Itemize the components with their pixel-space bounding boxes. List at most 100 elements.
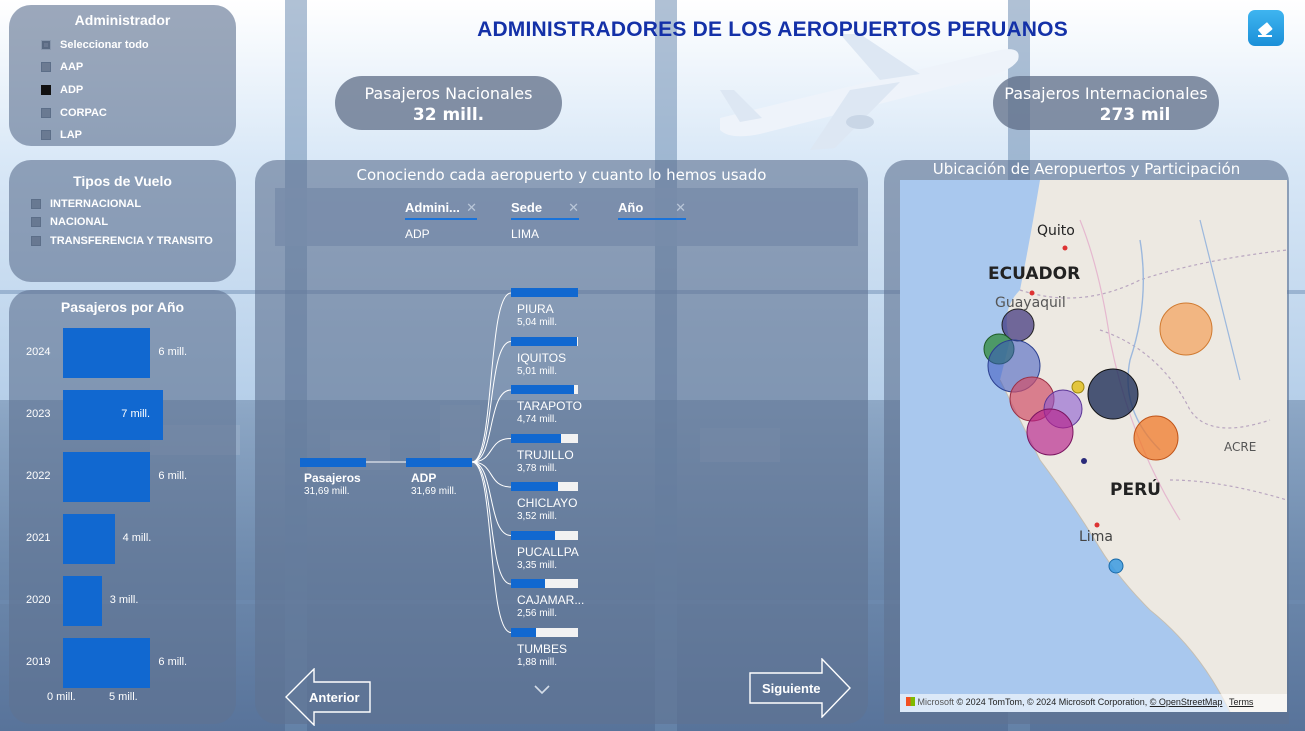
tree-node-bar[interactable]	[511, 288, 578, 297]
slicer-tipos-vuelo: Tipos de Vuelo INTERNACIONAL NACIONAL TR…	[9, 160, 236, 282]
tree-node-adp-value: 31,69 mill.	[411, 486, 457, 497]
chart-title: Pasajeros por Año	[60, 299, 185, 315]
checkbox[interactable]	[41, 85, 51, 95]
tree-node-bar[interactable]	[511, 579, 578, 588]
microsoft-label: Microsoft	[917, 697, 955, 707]
tree-node-root-bar[interactable]	[300, 458, 366, 467]
y-tick-label: 2020	[26, 594, 51, 606]
osm-link[interactable]: © OpenStreetMap	[1150, 697, 1223, 707]
slicer-option-nacional[interactable]: NACIONAL	[31, 216, 108, 228]
map-visual: Ubicación de Aeropuertos y Participación	[884, 160, 1289, 724]
checkbox[interactable]	[41, 108, 51, 118]
kpi-pasajeros-nacionales: Pasajeros Nacionales 32 mill.	[335, 76, 562, 130]
tree-node-bar[interactable]	[511, 482, 578, 491]
tree-node-fill	[511, 579, 546, 588]
map-canvas[interactable]: Quito ECUADOR Guayaquil PERÚ Lima ACRE M…	[900, 180, 1287, 712]
tree-node-bar[interactable]	[511, 433, 578, 443]
data-label: 6 mill.	[158, 656, 188, 668]
option-label: AAP	[60, 61, 84, 73]
option-label: ADP	[60, 84, 84, 96]
data-label: 4 mill.	[122, 532, 152, 544]
slicer-option-all[interactable]: Seleccionar todo	[41, 39, 149, 51]
tree-node-value: 5,01 mill.	[517, 365, 558, 377]
tree-node-value: 5,04 mill.	[517, 317, 558, 328]
tree-node-label: PUCALLPA	[517, 544, 579, 559]
tree-node-fill	[511, 288, 578, 297]
slicer-title: Administrador	[74, 12, 171, 28]
data-label: 6 mill.	[158, 470, 188, 482]
slicer-option-internacional[interactable]: INTERNACIONAL	[31, 198, 141, 210]
checkbox[interactable]	[41, 130, 51, 140]
siguiente-label: Siguiente	[762, 681, 821, 696]
tree-node-bar[interactable]	[511, 530, 578, 540]
checkbox[interactable]	[41, 40, 51, 50]
attribution-text: © 2024 TomTom, © 2024 Microsoft Corporat…	[956, 697, 1148, 707]
chart-bar[interactable]	[63, 328, 151, 378]
slicer-option-lap[interactable]: LAP	[41, 129, 82, 141]
tree-node-label: IQUITOS	[517, 350, 567, 365]
y-tick-label: 2022	[26, 470, 51, 482]
tree-node-value: 3,78 mill.	[517, 462, 558, 474]
checkbox[interactable]	[31, 236, 41, 246]
option-label: TRANSFERENCIA Y TRANSITO	[50, 235, 213, 247]
checkbox[interactable]	[31, 217, 41, 227]
terms-link[interactable]: Terms	[1229, 697, 1254, 707]
tree-node-adp-label: ADP	[411, 471, 437, 485]
data-label: 3 mill.	[109, 594, 139, 606]
slicer-option-transferencia[interactable]: TRANSFERENCIA Y TRANSITO	[31, 235, 213, 247]
tree-node-adp-bar[interactable]	[406, 458, 472, 467]
kpi-label: Pasajeros Internacionales	[1004, 84, 1208, 103]
tree-node-bar[interactable]	[511, 336, 578, 346]
decomposition-tree: Conociendo cada aeropuerto y cuanto lo h…	[255, 160, 868, 727]
y-tick-label: 2024	[26, 346, 51, 358]
data-label: 7 mill.	[121, 408, 151, 420]
chart-bar[interactable]	[63, 638, 151, 688]
slicer-option-aap[interactable]: AAP	[41, 61, 83, 73]
slicer-option-adp[interactable]: ADP	[41, 84, 83, 96]
airplane-image	[720, 34, 1019, 150]
chart-pasajeros-por-anio: Pasajeros por Año 2024 6 mill. 2023 7 mill.…	[9, 290, 236, 724]
map-label-quito: Quito	[1037, 223, 1075, 239]
tree-connector	[471, 341, 512, 463]
tree-node-value: 2,56 mill.	[517, 608, 558, 619]
y-tick-label: 2021	[26, 532, 51, 544]
clear-filters-button[interactable]	[1248, 10, 1284, 46]
tree-node-value: 1,88 mill.	[517, 656, 558, 668]
chart-bar[interactable]	[63, 514, 115, 564]
page-title: ADMINISTRADORES DE LOS AEROPUERTOS PERUA…	[477, 18, 1068, 41]
map-label-guayaquil: Guayaquil	[995, 295, 1066, 311]
chart-bar[interactable]	[63, 576, 102, 626]
anterior-button[interactable]: Anterior	[285, 667, 371, 731]
slicer-administrador: Administrador Seleccionar todo AAP ADP C…	[9, 5, 236, 146]
anterior-label: Anterior	[309, 690, 360, 705]
chevron-down-icon[interactable]	[533, 684, 551, 696]
option-label: Seleccionar todo	[60, 39, 149, 51]
kpi-value: 32 mill.	[412, 105, 485, 125]
tree-node-label: PIURA	[517, 302, 554, 316]
x-tick-label: 0 mill.	[47, 691, 76, 703]
tree-node-fill	[511, 433, 562, 443]
tree-node-label: CHICLAYO	[517, 496, 578, 510]
chart-bar[interactable]	[63, 452, 151, 502]
tree-node-fill	[511, 336, 578, 346]
tree-node-fill	[511, 385, 574, 394]
option-label: CORPAC	[60, 107, 107, 119]
tree-node-root-label: Pasajeros	[304, 471, 361, 485]
option-label: NACIONAL	[50, 216, 109, 228]
y-tick-label: 2023	[26, 408, 51, 420]
checkbox[interactable]	[31, 199, 41, 209]
siguiente-button[interactable]: Siguiente	[749, 657, 851, 723]
tree-node-bar[interactable]	[511, 627, 578, 637]
tree-node-root-value: 31,69 mill.	[304, 486, 350, 497]
tree-node-bar[interactable]	[511, 385, 578, 394]
tree-node-value: 3,35 mill.	[517, 559, 558, 571]
option-label: LAP	[60, 129, 82, 141]
checkbox[interactable]	[41, 62, 51, 72]
map-label-lima: Lima	[1079, 529, 1113, 545]
tree-connector	[471, 292, 512, 463]
tree-node-fill	[511, 530, 556, 540]
map-label-peru: PERÚ	[1110, 480, 1161, 500]
option-label: INTERNACIONAL	[50, 198, 142, 210]
slicer-option-corpac[interactable]: CORPAC	[41, 107, 107, 119]
map-label-acre: ACRE	[1224, 440, 1257, 454]
